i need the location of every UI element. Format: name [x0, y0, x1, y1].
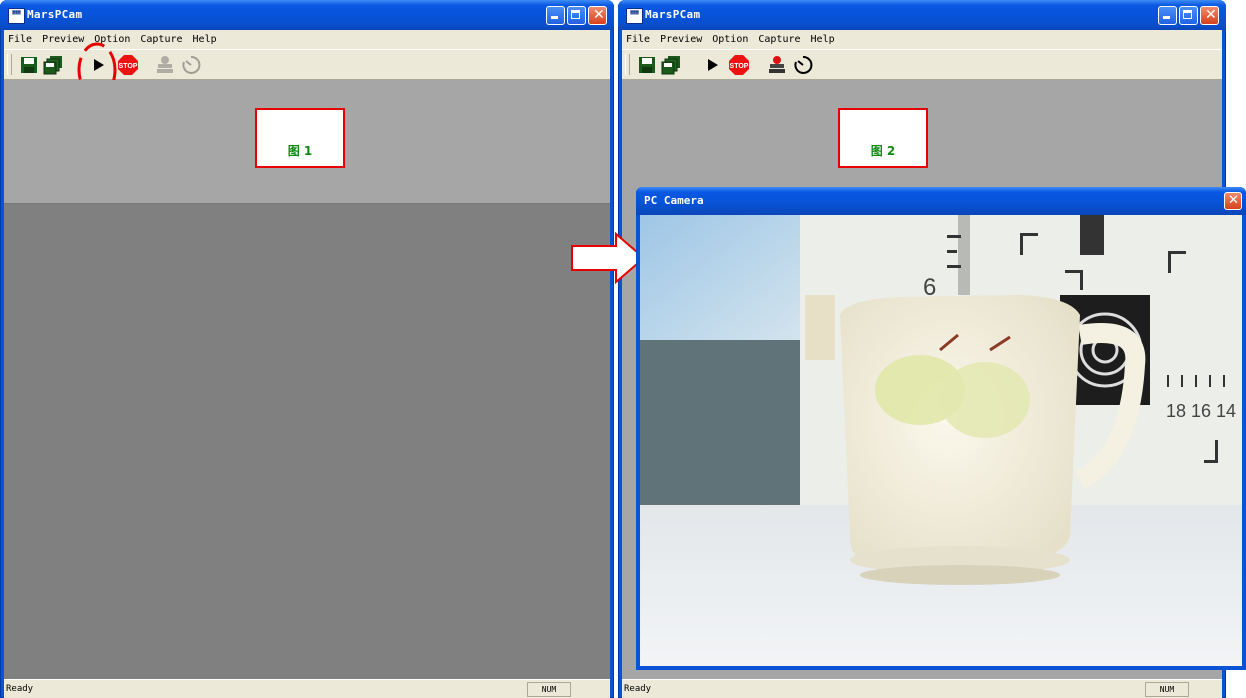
maximize-icon — [571, 10, 580, 19]
figure-label: 图 2 — [870, 144, 896, 158]
snapshot-icon[interactable] — [766, 54, 788, 76]
camera-title-bar[interactable]: PC Camera ✕ — [636, 187, 1246, 215]
status-bar: Ready NUM — [622, 679, 1222, 698]
timer-icon[interactable] — [180, 54, 202, 76]
camera-image: 6 18 16 14 — [640, 215, 1242, 666]
title-bar[interactable]: ▦▦ MarsPCam ✕ — [618, 0, 1226, 30]
figure-label: 图 1 — [287, 144, 313, 158]
save-icon[interactable] — [18, 54, 40, 76]
save-all-icon[interactable] — [42, 54, 64, 76]
minimize-icon — [1163, 16, 1170, 19]
camera-window-title: PC Camera — [644, 194, 704, 207]
menu-capture[interactable]: Capture — [140, 34, 182, 45]
toolbar: STOP — [622, 49, 1222, 80]
figure-label-box: 图 2 — [838, 108, 928, 168]
close-icon: ✕ — [1205, 7, 1217, 23]
svg-text:STOP: STOP — [730, 63, 749, 70]
window-title: MarsPCam — [645, 8, 701, 21]
num-indicator: NUM — [1145, 682, 1189, 697]
menu-option[interactable]: Option — [712, 34, 748, 45]
play-icon[interactable] — [701, 54, 723, 76]
minimize-button[interactable] — [546, 6, 565, 25]
close-icon: ✕ — [1228, 193, 1239, 208]
title-bar[interactable]: ▦▦ MarsPCam ✕ — [0, 0, 614, 30]
maximize-button[interactable] — [1179, 6, 1198, 25]
window-title: MarsPCam — [27, 8, 83, 21]
svg-text:STOP: STOP — [119, 63, 138, 70]
toolbar-grip[interactable] — [625, 54, 630, 75]
close-button[interactable]: ✕ — [1200, 6, 1219, 25]
minimize-button[interactable] — [1158, 6, 1177, 25]
camera-preview: 6 18 16 14 — [640, 215, 1242, 666]
figure-label-box: 图 1 — [255, 108, 345, 168]
menu-file[interactable]: File — [8, 34, 32, 45]
app-icon: ▦▦ — [626, 8, 643, 24]
menu-help[interactable]: Help — [193, 34, 217, 45]
minimize-icon — [551, 16, 558, 19]
close-icon: ✕ — [593, 7, 605, 23]
chart-numbers: 18 16 14 — [1166, 401, 1236, 421]
toolbar-grip[interactable] — [7, 54, 12, 75]
pc-camera-window: PC Camera ✕ 6 18 16 14 — [636, 187, 1246, 670]
stop-icon[interactable]: STOP — [728, 54, 750, 76]
camera-close-button[interactable]: ✕ — [1224, 192, 1242, 210]
toolbar: STOP — [4, 42, 610, 98]
menu-preview[interactable]: Preview — [660, 34, 702, 45]
menu-help[interactable]: Help — [811, 34, 835, 45]
status-text: Ready — [6, 684, 34, 694]
close-button[interactable]: ✕ — [588, 6, 607, 25]
menu-capture[interactable]: Capture — [758, 34, 800, 45]
timer-icon[interactable] — [792, 54, 814, 76]
maximize-icon — [1183, 10, 1192, 19]
save-icon[interactable] — [636, 54, 658, 76]
save-all-icon[interactable] — [660, 54, 682, 76]
num-indicator: NUM — [527, 682, 571, 697]
app-icon: ▦▦ — [8, 8, 25, 24]
window-body: File Preview Option Capture Help STOP 图 1 Re… — [4, 30, 610, 698]
marspcam-window-1: ▦▦ MarsPCam ✕ File Preview Option Capture He… — [0, 0, 614, 698]
maximize-button[interactable] — [567, 6, 586, 25]
menu-bar: File Preview Option Capture Help — [622, 31, 1222, 49]
status-text: Ready — [624, 684, 652, 694]
client-area: 图 1 — [4, 80, 610, 680]
menu-file[interactable]: File — [626, 34, 650, 45]
transition-arrow — [571, 232, 646, 284]
status-bar: Ready NUM — [4, 679, 610, 698]
snapshot-icon[interactable] — [154, 54, 176, 76]
